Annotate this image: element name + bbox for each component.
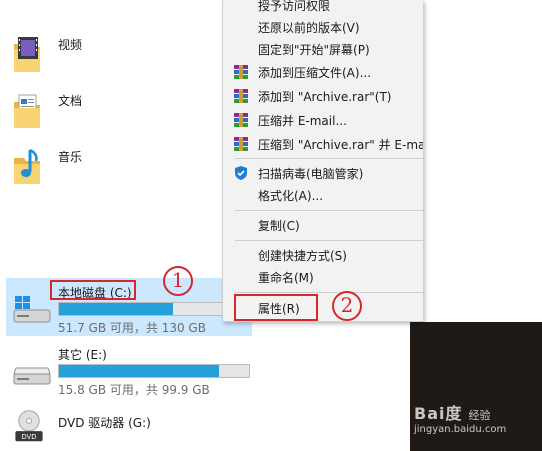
watermark: Bai度 经验 jingyan.baidu.com [414,404,507,435]
context-menu: 授予访问权限 还原以前的版本(V) 固定到"开始"屏幕(P) 添加到压缩文件(A… [222,0,423,322]
menu-item-label: 授予访问权限 [258,0,331,13]
menu-item-label: 扫描病毒(电脑管家) [258,167,364,181]
drive-usage-fill [59,303,173,315]
menu-item-create-shortcut[interactable]: 创建快捷方式(S) [223,244,423,266]
folder-videos[interactable]: 视频 [12,34,212,78]
music-folder-icon [14,148,40,184]
drive-e[interactable]: 其它 (E:) 15.8 GB 可用，共 99.9 GB [6,340,252,398]
folder-label: 文档 [58,94,83,108]
menu-item-label: 格式化(A)... [258,189,324,203]
winrar-icon [234,89,248,103]
menu-separator [235,240,423,241]
winrar-icon [234,137,248,151]
annotation-highlight-properties [234,294,318,321]
svg-text:DVD: DVD [22,433,37,441]
menu-item-label: 还原以前的版本(V) [258,21,360,35]
menu-item-label: 创建快捷方式(S) [258,249,347,263]
menu-item-label: 复制(C) [258,219,300,233]
annotation-step-1: 1 [163,266,193,296]
video-folder-icon [14,37,40,72]
menu-item-pin-to-start[interactable]: 固定到"开始"屏幕(P) [223,38,423,60]
menu-item-label: 固定到"开始"屏幕(P) [258,43,370,57]
drive-space-info: 15.8 GB 可用，共 99.9 GB [58,383,210,397]
menu-item-copy[interactable]: 复制(C) [223,214,423,236]
menu-item-label: 压缩到 "Archive.rar" 并 E-mail [258,138,423,152]
annotation-step-2: 2 [332,291,362,321]
drive-space-info: 51.7 GB 可用，共 130 GB [58,321,206,335]
menu-item-grant-access[interactable]: 授予访问权限 [223,0,423,16]
menu-separator [235,210,423,211]
drive-name: 其它 (E:) [58,348,107,362]
drive-name: DVD 驱动器 (G:) [58,416,151,430]
folder-label: 音乐 [58,150,83,164]
menu-item-rename[interactable]: 重命名(M) [223,266,423,288]
folder-music[interactable]: 音乐 [12,146,212,190]
menu-item-add-to-archive[interactable]: 添加到压缩文件(A)... [223,61,423,83]
winrar-icon [234,113,248,127]
drive-g[interactable]: DVD DVD 驱动器 (G:) [6,402,252,451]
file-explorer: 视频 文档 音乐 本地磁盘 (C:) 51.7 GB 可用，共 130 GB 1… [0,0,542,451]
drive-usage-fill [59,365,219,377]
menu-item-label: 添加到 "Archive.rar"(T) [258,90,392,104]
folder-label: 视频 [58,38,83,52]
menu-item-add-to-archive-rar[interactable]: 添加到 "Archive.rar"(T) [223,85,423,107]
menu-item-label: 重命名(M) [258,271,314,285]
menu-item-compress-email[interactable]: 压缩并 E-mail... [223,109,423,131]
windows-drive-icon [13,296,51,323]
documents-folder-icon [14,94,40,128]
menu-item-label: 添加到压缩文件(A)... [258,66,372,80]
menu-item-format[interactable]: 格式化(A)... [223,184,423,206]
menu-item-scan-virus[interactable]: 扫描病毒(电脑管家) [223,162,423,184]
menu-separator [235,158,423,159]
menu-separator [235,292,423,293]
menu-item-compress-rar-email[interactable]: 压缩到 "Archive.rar" 并 E-mail [223,133,423,155]
folder-documents[interactable]: 文档 [12,90,212,134]
menu-item-restore-previous[interactable]: 还原以前的版本(V) [223,16,423,38]
dvd-drive-icon: DVD [15,410,43,442]
menu-item-label: 压缩并 E-mail... [258,114,347,128]
winrar-icon [234,65,248,79]
hard-drive-icon [13,367,51,385]
shield-icon [235,166,247,180]
annotation-highlight-drive-c [50,280,136,300]
drive-usage-bar [58,364,250,378]
